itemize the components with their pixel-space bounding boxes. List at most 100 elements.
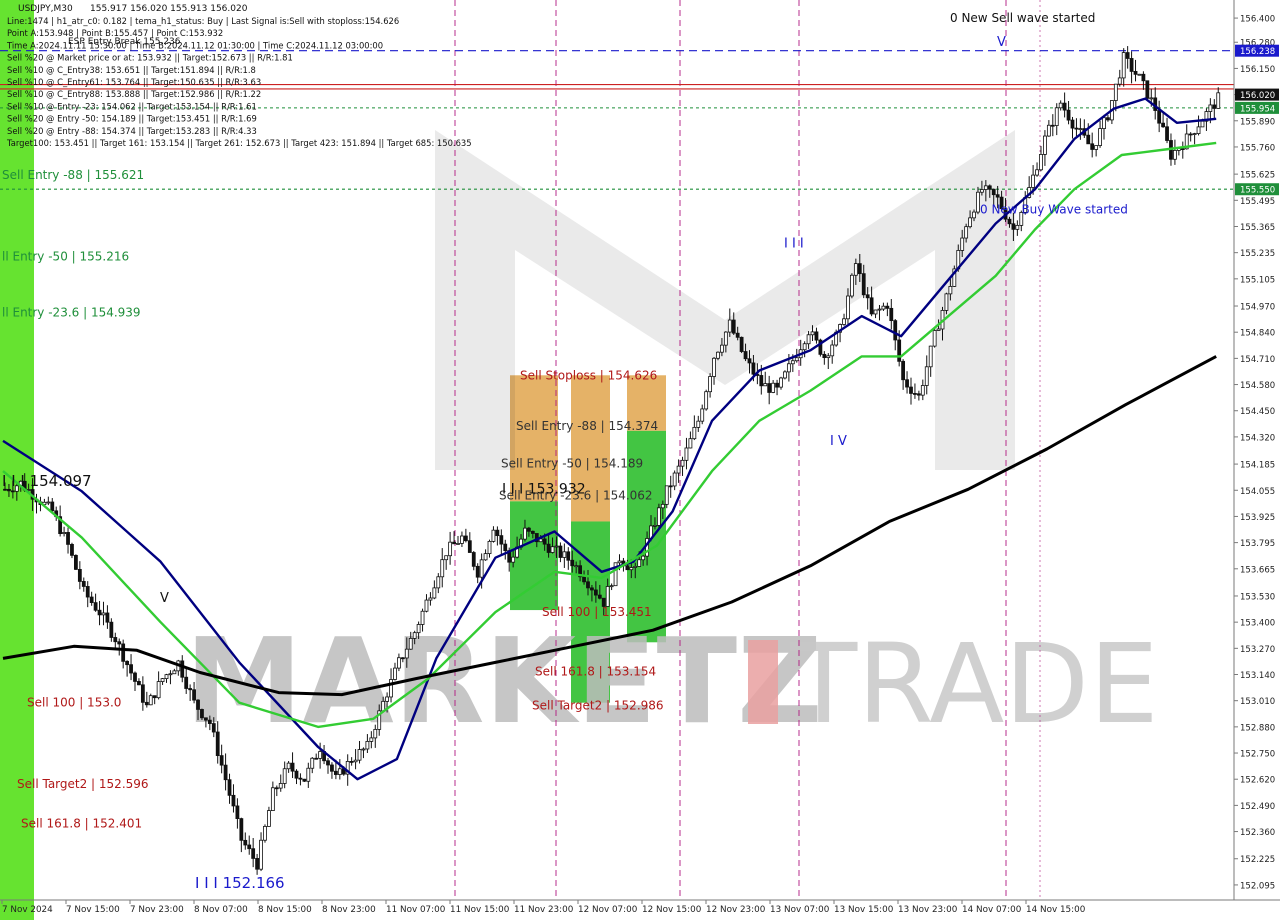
candle-body xyxy=(637,559,642,567)
candle-body xyxy=(1031,174,1036,188)
candle-body xyxy=(211,723,216,733)
candle-body xyxy=(330,764,334,772)
candle-body xyxy=(794,357,799,362)
candle-body xyxy=(495,529,500,537)
price-tick-label: 155.365 xyxy=(1240,223,1275,233)
candle-body xyxy=(353,759,358,763)
candle-body xyxy=(590,587,594,591)
candle-body xyxy=(203,717,208,721)
candle-body xyxy=(223,764,228,781)
candle-body xyxy=(1192,133,1197,135)
candle-body xyxy=(137,681,141,686)
candle-body xyxy=(605,586,610,607)
candle-body xyxy=(397,657,401,669)
info-line: Sell %20 @ Market price or at: 153.932 |… xyxy=(7,53,293,63)
candle-body xyxy=(656,507,661,526)
candle-body xyxy=(235,805,240,819)
candle-body xyxy=(66,532,70,545)
candle-body xyxy=(499,535,504,545)
info-line: Sell %20 @ Entry -88: 154.374 || Target:… xyxy=(7,126,257,136)
candle-body xyxy=(168,673,173,676)
price-tick-label: 154.840 xyxy=(1240,329,1275,339)
price-tick-label: 153.400 xyxy=(1240,619,1275,629)
candle-body xyxy=(641,555,646,561)
candle-body xyxy=(1196,126,1201,134)
candle-body xyxy=(625,565,630,571)
time-tick-label: 13 Nov 23:00 xyxy=(898,905,958,915)
candle-body xyxy=(1106,117,1110,121)
candle-body xyxy=(660,503,665,509)
candle-body xyxy=(783,371,787,379)
candle-body xyxy=(267,810,271,827)
chart-annotation: V xyxy=(997,35,1006,50)
candle-body xyxy=(389,679,393,698)
candle-body xyxy=(428,597,433,601)
candle-body xyxy=(105,612,110,623)
candle-body xyxy=(314,757,319,760)
candle-body xyxy=(408,637,413,650)
time-tick-label: 12 Nov 15:00 xyxy=(642,905,702,915)
candle-body xyxy=(566,551,571,561)
candle-body xyxy=(156,681,161,699)
candle-body xyxy=(467,540,472,553)
candle-body xyxy=(511,556,516,563)
candle-body xyxy=(1125,52,1130,59)
candle-body xyxy=(255,858,260,870)
candle-body xyxy=(247,844,252,850)
candle-body xyxy=(582,576,586,583)
candle-body xyxy=(830,344,835,357)
chart-annotation: Sell 100 | 153.451 xyxy=(542,605,652,619)
candle-body xyxy=(1208,104,1213,112)
candle-body xyxy=(1117,77,1122,85)
candle-body xyxy=(318,751,323,759)
time-tick-label: 12 Nov 07:00 xyxy=(578,905,638,915)
candle-body xyxy=(1141,73,1146,82)
time-tick-label: 8 Nov 23:00 xyxy=(322,905,376,915)
chart-annotation: Sell Target2 | 152.986 xyxy=(532,699,664,713)
time-tick-label: 14 Nov 07:00 xyxy=(962,905,1022,915)
candle-body xyxy=(747,358,752,364)
candle-body xyxy=(491,529,496,542)
candle-body xyxy=(968,217,972,228)
candle-body xyxy=(716,351,720,359)
usdjpy-candlestick-chart: MARKETZ TRADE Sell Entry -88 | 155.621 ll… xyxy=(0,0,1280,924)
candle-body xyxy=(1011,223,1016,230)
candle-body xyxy=(850,274,854,297)
candle-body xyxy=(1066,109,1071,121)
candle-body xyxy=(263,826,267,841)
chart-annotation: Sell Target2 | 152.596 xyxy=(17,777,149,791)
candle-body xyxy=(668,485,673,488)
candle-body xyxy=(586,581,590,589)
candle-body xyxy=(188,688,193,691)
candle-body xyxy=(274,787,279,790)
candle-body xyxy=(463,535,468,542)
candle-body xyxy=(144,701,149,706)
candle-body xyxy=(684,447,689,461)
candle-body xyxy=(976,191,980,213)
candle-body xyxy=(688,438,693,449)
watermark-text-right: TRADE xyxy=(789,620,1159,748)
candle-body xyxy=(503,543,508,552)
candle-body xyxy=(527,527,531,532)
candle-body xyxy=(140,684,145,703)
candle-body xyxy=(1216,92,1221,109)
candle-body xyxy=(979,189,984,193)
candle-body xyxy=(1180,148,1185,150)
price-tick-label: 155.625 xyxy=(1240,171,1275,181)
candle-body xyxy=(692,426,697,440)
candle-body xyxy=(913,393,917,395)
candle-body xyxy=(802,343,807,351)
price-tick-label: 154.970 xyxy=(1240,303,1275,313)
candle-body xyxy=(475,565,480,578)
price-tick-label: 153.665 xyxy=(1240,565,1275,575)
time-axis[interactable]: 7 Nov 2024 7 Nov 15:00 7 Nov 23:00 8 Nov 07… xyxy=(1,900,1086,915)
candle-body xyxy=(357,749,362,761)
candle-body xyxy=(1070,119,1075,129)
candle-body xyxy=(897,339,902,362)
candle-body xyxy=(779,377,783,388)
candle-body xyxy=(420,610,425,625)
candle-body xyxy=(349,761,354,763)
candle-body xyxy=(1043,135,1047,155)
candle-body xyxy=(1054,107,1059,126)
candle-body xyxy=(385,696,389,702)
